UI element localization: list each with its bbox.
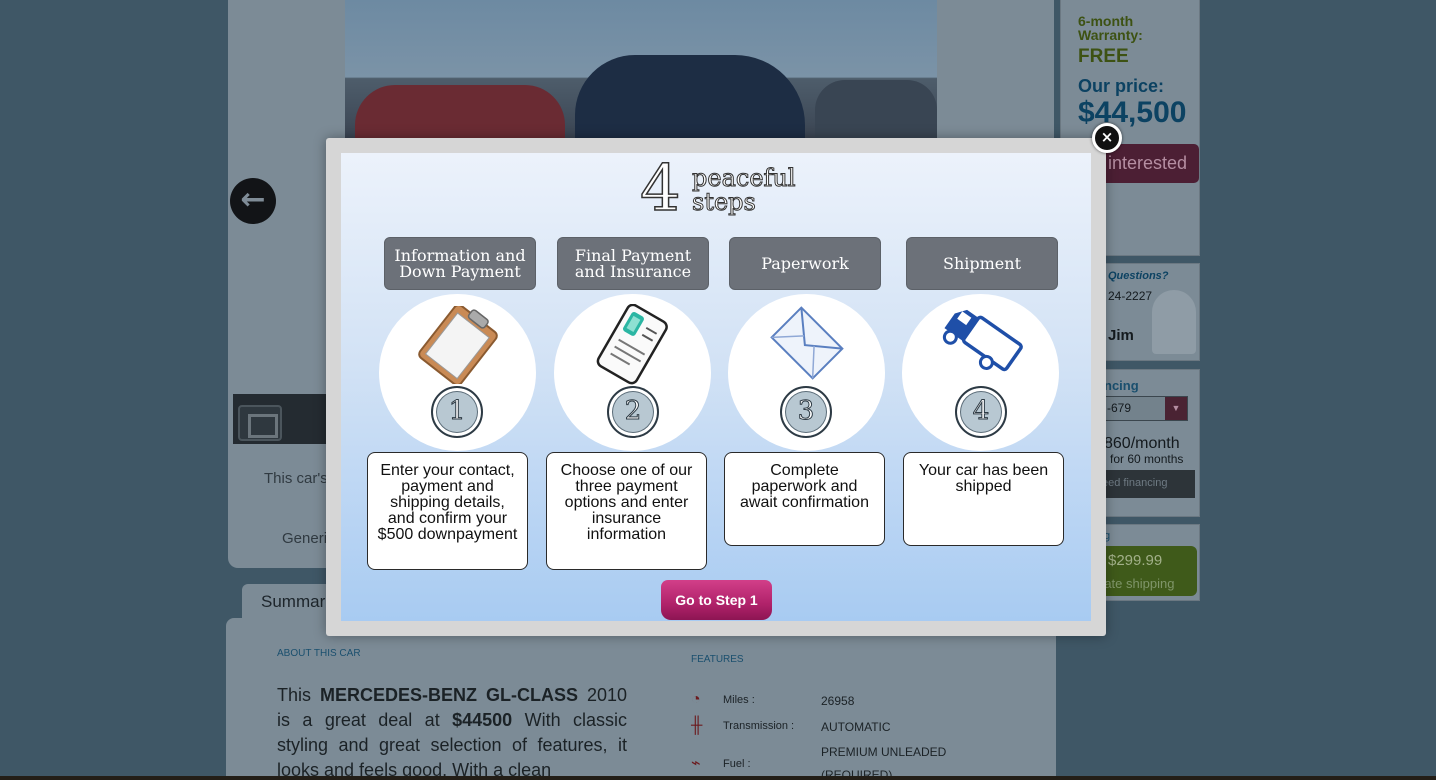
- about-car-heading: ABOUT THIS CAR: [277, 648, 361, 659]
- gallery-caption: This car's: [264, 470, 328, 487]
- clipboard-icon: [418, 306, 498, 384]
- step-4-description: Your car has been shipped: [903, 452, 1064, 546]
- our-price: $44,500: [1078, 96, 1187, 129]
- transmission-icon: ╫: [691, 717, 703, 734]
- agent-avatar: [1152, 290, 1196, 354]
- speedometer-icon: ◔: [691, 691, 701, 708]
- close-icon[interactable]: ×: [1092, 123, 1122, 153]
- fullscreen-icon[interactable]: [238, 405, 282, 441]
- loan-term: for 60 months: [1110, 452, 1184, 466]
- need-financing-button[interactable]: eed financing: [1098, 470, 1195, 498]
- envelope-icon: [770, 306, 844, 380]
- chevron-down-icon: ▼: [1165, 397, 1187, 420]
- tab-summary[interactable]: Summar: [242, 584, 332, 618]
- footer-strip: [0, 776, 1436, 780]
- step-3-number: 3: [780, 386, 832, 438]
- modal-headline: 4 peaceful steps: [639, 153, 840, 226]
- truck-icon: [942, 309, 1023, 372]
- headline-line-1: peaceful: [692, 164, 797, 192]
- step-2-number: 2: [607, 386, 659, 438]
- features-heading: FEATURES: [691, 654, 744, 665]
- step-2-title: Final Payment and Insurance: [557, 237, 709, 290]
- step-1-number: 1: [431, 386, 483, 438]
- step-1-description: Enter your contact, payment and shipping…: [367, 452, 528, 570]
- credit-score-select[interactable]: -679 ▼: [1098, 396, 1188, 421]
- generic-label: Generi: [282, 530, 328, 547]
- questions-label: Questions?: [1108, 270, 1169, 282]
- warranty-label: 6-month Warranty:: [1078, 13, 1143, 43]
- about-car-text: This MERCEDES-BENZ GL-CLASS 2010 is a gr…: [277, 685, 628, 780]
- car-photo: [345, 0, 937, 140]
- phone-number[interactable]: 24-2227: [1108, 289, 1152, 303]
- step-3-title: Paperwork: [729, 237, 881, 290]
- shipping-text: rate shipping: [1100, 576, 1175, 591]
- step-3-description: Complete paperwork and await confirmatio…: [724, 452, 885, 546]
- headline-number: 4: [639, 152, 681, 226]
- fuel-icon: ⌁: [691, 755, 701, 772]
- step-4-number: 4: [955, 386, 1007, 438]
- step-2-description: Choose one of our three payment options …: [546, 452, 707, 570]
- warranty-value: FREE: [1078, 46, 1129, 67]
- step-1-title: Information and Down Payment: [384, 237, 536, 290]
- financing-label: ncing: [1104, 378, 1139, 393]
- previous-photo-arrow-icon[interactable]: ←: [230, 178, 276, 224]
- shipping-button[interactable]: $299.99 rate shipping: [1098, 546, 1197, 596]
- agent-name: Jim: [1108, 327, 1134, 344]
- headline-line-2: steps: [692, 188, 757, 216]
- our-price-label: Our price:: [1078, 76, 1165, 96]
- go-to-step-1-button[interactable]: Go to Step 1: [661, 580, 772, 620]
- monthly-payment: 860/month: [1104, 435, 1180, 452]
- shipping-price: $299.99: [1108, 552, 1163, 569]
- credit-card-icon: [596, 304, 668, 385]
- step-4-title: Shipment: [906, 237, 1058, 290]
